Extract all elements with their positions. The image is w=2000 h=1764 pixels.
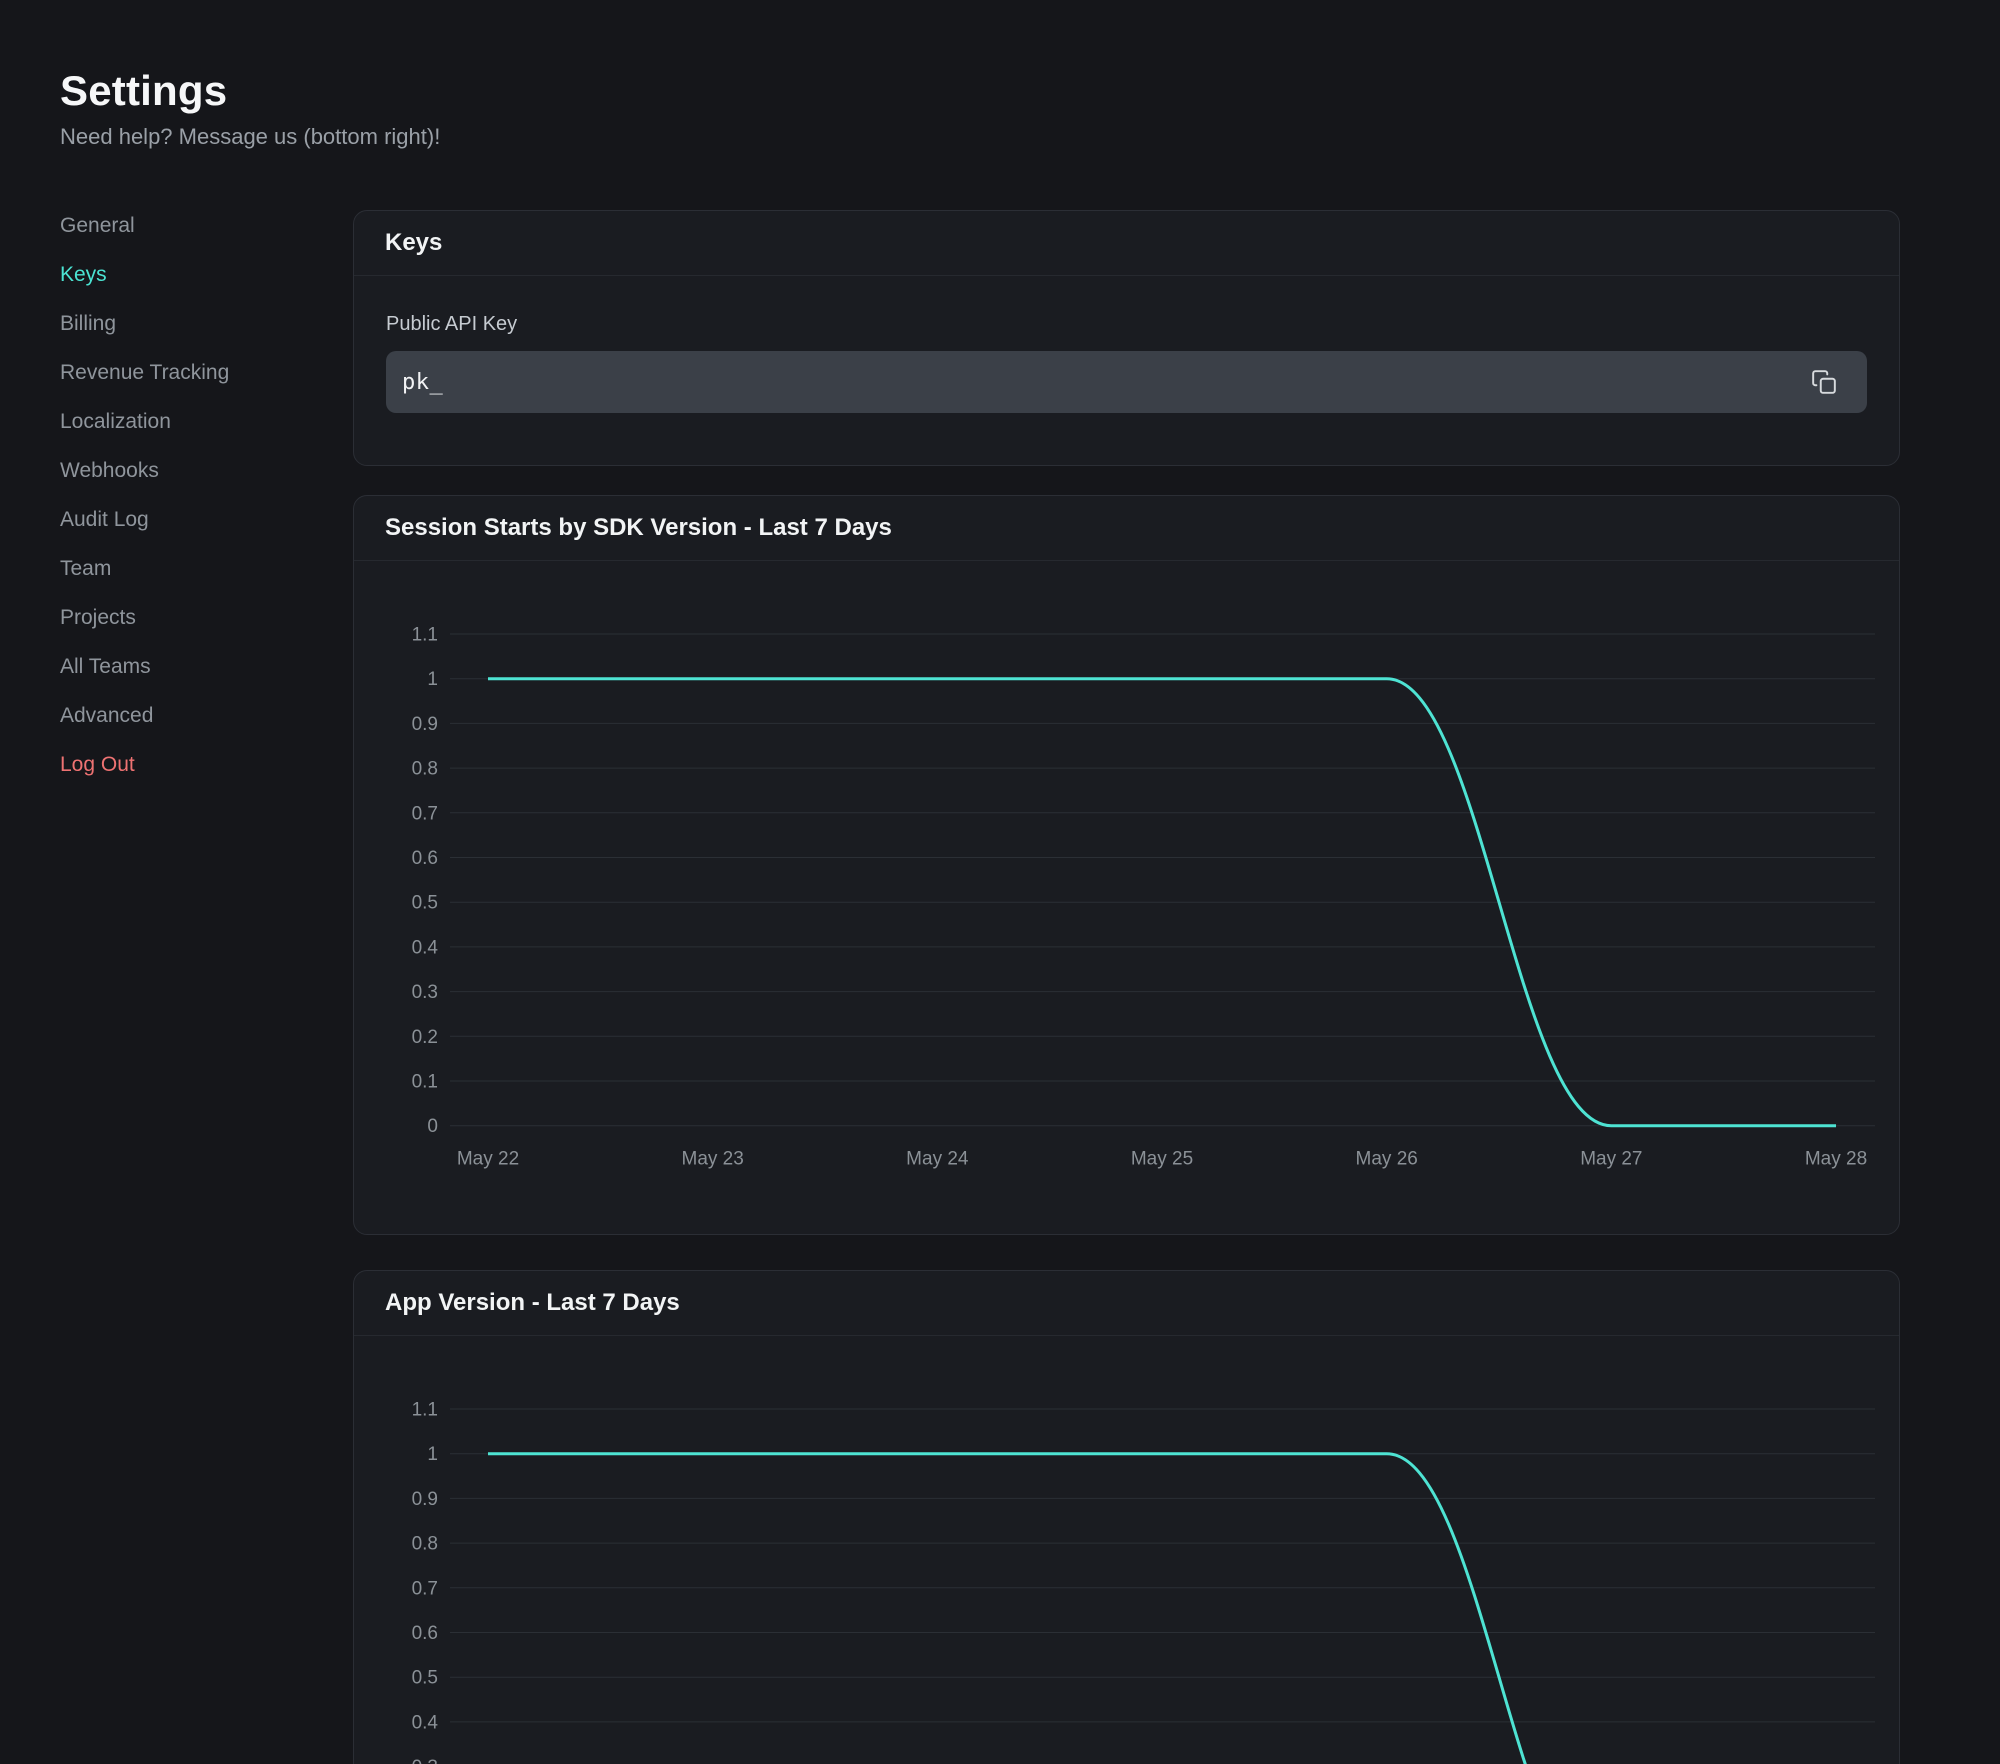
chart-canvas: 1.1 1 0.9 0.8 0.7 0.6 0.5 0.4 0.3 0.2 0.1 0 May 22 Ma…: [354, 561, 1899, 1237]
y-axis-tick-label: 0.8: [412, 759, 438, 780]
y-axis-tick-label: 0.9: [412, 1489, 438, 1510]
y-axis-tick-label: 0.4: [412, 1712, 439, 1733]
y-axis-tick-label: 1: [427, 669, 438, 690]
api-key-value: pk_: [402, 370, 443, 395]
settings-page: Settings Need help? Message us (bottom r…: [0, 0, 2000, 1764]
x-axis-tick-label: May 27: [1580, 1149, 1642, 1170]
y-axis-tick-label: 0.4: [412, 937, 439, 958]
sidebar-item-log-out[interactable]: Log Out: [60, 753, 330, 776]
y-axis-tick-label: 1.1: [412, 625, 438, 646]
y-axis-tick-label: 0.1: [412, 1072, 438, 1093]
sidebar-item-audit-log[interactable]: Audit Log: [60, 508, 330, 531]
y-axis-tick-label: 0.3: [412, 982, 438, 1003]
y-axis-tick-label: 1: [427, 1444, 438, 1465]
keys-card-header: Keys: [354, 211, 1899, 276]
x-axis-tick-label: May 25: [1131, 1149, 1193, 1170]
main-content: Keys Public API Key pk_: [353, 0, 1900, 1764]
x-axis-tick-label: May 23: [682, 1149, 744, 1170]
y-axis-tick-label: 0.2: [412, 1027, 438, 1048]
sidebar-item-localization[interactable]: Localization: [60, 410, 330, 433]
sidebar-item-webhooks[interactable]: Webhooks: [60, 459, 330, 482]
y-axis-tick-label: 0.3: [412, 1757, 438, 1764]
sidebar-item-billing[interactable]: Billing: [60, 312, 330, 335]
series-line: [488, 1454, 1836, 1764]
y-axis-tick-label: 0.6: [412, 848, 438, 869]
keys-card: Keys Public API Key pk_: [353, 210, 1900, 466]
sidebar-item-all-teams[interactable]: All Teams: [60, 655, 330, 678]
page-title: Settings: [60, 66, 227, 116]
copy-icon: [1811, 369, 1837, 395]
api-key-label: Public API Key: [386, 313, 1867, 335]
x-axis-tick-label: May 24: [906, 1149, 969, 1170]
app-version-chart: 1.110.90.80.70.60.50.40.30.20.10May 22Ma…: [354, 1336, 1899, 1764]
x-axis-tick-label: May 28: [1805, 1149, 1867, 1170]
y-axis-tick-label: 0.9: [412, 714, 438, 735]
keys-card-body: Public API Key pk_: [354, 276, 1899, 413]
api-key-field[interactable]: pk_: [386, 351, 1867, 413]
chart-canvas: 1.110.90.80.70.60.50.40.30.20.10May 22Ma…: [354, 1336, 1899, 1764]
y-axis-tick-label: 0.7: [412, 1578, 438, 1599]
y-axis-tick-label: 1.1: [412, 1400, 438, 1421]
copy-button[interactable]: [1807, 365, 1841, 399]
x-axis-tick-label: May 22: [457, 1149, 519, 1170]
y-axis-tick-label: 0.7: [412, 803, 438, 824]
y-axis-tick-label: 0.5: [412, 1668, 438, 1689]
sdk-chart-title: Session Starts by SDK Version - Last 7 D…: [385, 514, 892, 541]
app-version-chart-card: App Version - Last 7 Days 1.1 1 0.9 0.8 0.7 0…: [353, 1270, 1900, 1764]
app-chart-title: App Version - Last 7 Days: [385, 1289, 680, 1316]
sidebar-item-general[interactable]: General: [60, 214, 330, 237]
y-axis-tick-label: 0.8: [412, 1534, 438, 1555]
app-chart-header: App Version - Last 7 Days: [354, 1271, 1899, 1336]
y-axis-tick-label: 0.6: [412, 1623, 438, 1644]
sidebar-item-projects[interactable]: Projects: [60, 606, 330, 629]
keys-card-title: Keys: [385, 229, 442, 256]
sidebar-item-advanced[interactable]: Advanced: [60, 704, 330, 727]
sidebar-item-team[interactable]: Team: [60, 557, 330, 580]
y-axis-tick-label: 0: [427, 1116, 438, 1137]
sdk-version-chart: 1.1 1 0.9 0.8 0.7 0.6 0.5 0.4 0.3 0.2 0.1 0 May 22 Ma…: [354, 561, 1899, 1237]
y-axis-tick-label: 0.5: [412, 893, 438, 914]
sdk-chart-header: Session Starts by SDK Version - Last 7 D…: [354, 496, 1899, 561]
sdk-version-chart-card: Session Starts by SDK Version - Last 7 D…: [353, 495, 1900, 1235]
settings-sidebar: General Keys Billing Revenue Tracking Locali…: [60, 214, 330, 802]
x-axis-tick-label: May 26: [1356, 1149, 1418, 1170]
sidebar-item-keys[interactable]: Keys: [60, 263, 330, 286]
sidebar-item-revenue-tracking[interactable]: Revenue Tracking: [60, 361, 330, 384]
